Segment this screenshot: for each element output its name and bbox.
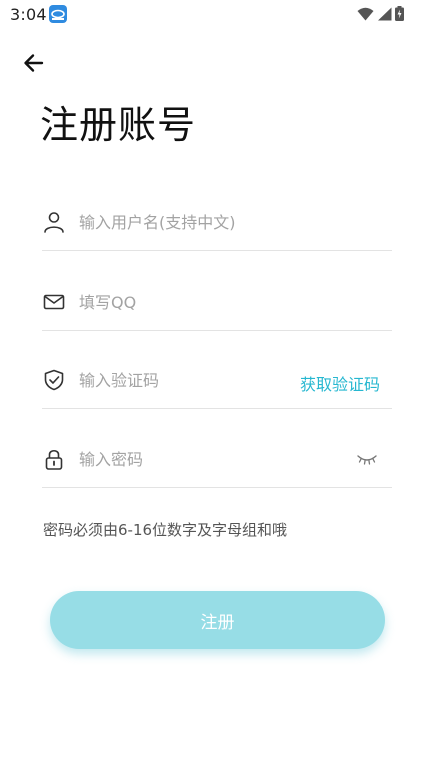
code-row: 获取验证码 [42, 356, 392, 409]
mail-icon [42, 290, 66, 314]
page-title: 注册账号 [40, 103, 197, 147]
qq-row [42, 278, 392, 331]
password-input[interactable] [79, 445, 309, 473]
battery-icon [395, 6, 404, 25]
username-row [42, 198, 392, 251]
status-time: 3:04 [10, 5, 47, 24]
wifi-icon [357, 6, 374, 25]
password-row [42, 435, 392, 488]
get-code-button[interactable]: 获取验证码 [300, 371, 380, 395]
app-notification-icon [49, 5, 67, 23]
register-button[interactable]: 注册 [50, 591, 385, 649]
signal-icon [377, 6, 392, 25]
shield-check-icon [42, 368, 66, 392]
user-icon [42, 210, 66, 234]
username-input[interactable] [79, 208, 309, 236]
qq-input[interactable] [79, 288, 309, 316]
arrow-left-icon [20, 54, 48, 81]
eye-closed-icon[interactable] [356, 451, 378, 467]
status-icons [357, 6, 404, 25]
password-hint: 密码必须由6-16位数字及字母组和哦 [43, 521, 288, 539]
code-input[interactable] [79, 366, 279, 394]
back-button[interactable] [20, 49, 48, 77]
status-bar: 3:04 [0, 0, 434, 30]
lock-icon [42, 447, 66, 471]
